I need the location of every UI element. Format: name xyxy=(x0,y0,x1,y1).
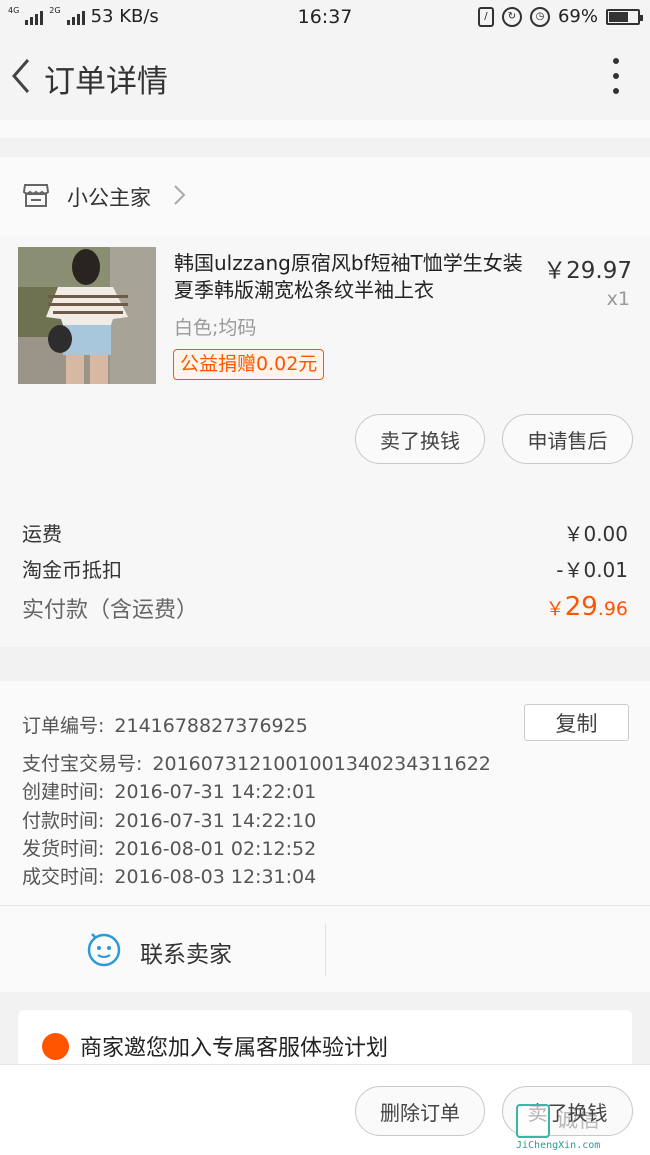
order-number-row: 订单编号: 2141678827376925 xyxy=(22,711,308,738)
product-sku: 白色;均码 xyxy=(174,317,257,339)
completed-label: 成交时间: xyxy=(22,866,105,888)
shipped-time: 2016-08-01 02:12:52 xyxy=(114,838,317,860)
divider xyxy=(325,924,326,976)
shipped-label: 发货时间: xyxy=(22,838,105,860)
alipay-label: 支付宝交易号: xyxy=(22,753,143,775)
product-price: ￥29.97 xyxy=(543,258,632,284)
rotation-lock-icon: ↻ xyxy=(501,6,522,27)
vibrate-off-icon: / xyxy=(477,6,494,27)
promo-text: 商家邀您加入专属客服体验计划 xyxy=(80,1036,389,1061)
product-quantity: x1 xyxy=(606,288,630,310)
order-item: 韩国ulzzang原宿风bf短袖T恤学生女装夏季韩版潮宽松条纹半袖上衣 ￥29.… xyxy=(0,236,650,484)
alipay-row: 支付宝交易号: 2016073121001001340234311622 xyxy=(22,749,491,776)
more-menu-icon[interactable] xyxy=(612,58,620,94)
total-paid-row: 实付款（含运费） ￥29.96 xyxy=(22,592,628,624)
paid-time: 2016-07-31 14:22:10 xyxy=(114,810,317,832)
shipping-label: 运费 xyxy=(22,522,62,546)
total-paid-label: 实付款（含运费） xyxy=(22,598,199,623)
completed-time: 2016-08-03 12:31:04 xyxy=(114,866,317,888)
total-decimal: .96 xyxy=(597,598,628,620)
sell-for-cash-button[interactable]: 卖了换钱 xyxy=(355,414,485,464)
currency-symbol: ￥ xyxy=(545,598,565,620)
page-title: 订单详情 xyxy=(44,64,168,100)
shop-row[interactable]: 小公主家 xyxy=(0,157,650,236)
nav-bar: 订单详情 xyxy=(0,34,650,120)
contact-seller-button[interactable]: 联系卖家 xyxy=(140,935,232,969)
product-thumbnail[interactable] xyxy=(18,247,156,384)
charity-badge: 公益捐赠0.02元 xyxy=(173,349,325,380)
watermark-text: 诚信 xyxy=(556,1108,601,1133)
created-time: 2016-07-31 14:22:01 xyxy=(114,781,317,803)
shop-name: 小公主家 xyxy=(67,186,151,210)
back-arrow-icon[interactable] xyxy=(6,56,36,96)
total-paid-value: ￥29.96 xyxy=(546,592,628,622)
chevron-right-icon xyxy=(174,185,186,205)
watermark-logo-icon xyxy=(516,1104,550,1138)
store-icon xyxy=(22,184,50,207)
watermark: 诚信 JiChengXin.com xyxy=(516,1102,634,1151)
coin-deduction-label: 淘金币抵扣 xyxy=(22,558,122,582)
shipping-value: ￥0.00 xyxy=(563,522,628,546)
paid-label: 付款时间: xyxy=(22,810,105,832)
after-sale-button[interactable]: 申请售后 xyxy=(502,414,633,464)
order-info: 订单编号: 2141678827376925 复制 支付宝交易号: 20160731… xyxy=(0,681,650,905)
order-number-label: 订单编号: xyxy=(22,715,105,737)
contact-bar: 联系卖家 xyxy=(0,905,650,992)
status-bar: 4G 2G 53 KB/s 16:37 / ↻ ◷ 69% xyxy=(0,0,650,34)
watermark-url: JiChengXin.com xyxy=(516,1140,601,1151)
coin-deduction-row: 淘金币抵扣 -￥0.01 xyxy=(22,554,628,583)
alipay-number: 2016073121001001340234311622 xyxy=(152,753,491,775)
service-badge-icon xyxy=(42,1033,69,1060)
shipped-row: 发货时间: 2016-08-01 02:12:52 xyxy=(22,834,316,861)
alarm-icon: ◷ xyxy=(529,6,550,27)
order-number: 2141678827376925 xyxy=(114,715,308,737)
completed-row: 成交时间: 2016-08-03 12:31:04 xyxy=(22,862,316,889)
battery-percent: 69% xyxy=(557,6,598,27)
chat-face-icon[interactable] xyxy=(86,932,122,968)
battery-icon xyxy=(606,8,643,25)
delete-order-button[interactable]: 删除订单 xyxy=(355,1086,485,1136)
product-photo xyxy=(18,247,156,384)
coin-deduction-value: -￥0.01 xyxy=(556,558,628,582)
copy-button[interactable]: 复制 xyxy=(524,704,629,741)
total-integer: 29 xyxy=(564,592,598,622)
spacer xyxy=(0,120,650,138)
shipping-row: 运费 ￥0.00 xyxy=(22,518,628,547)
created-row: 创建时间: 2016-07-31 14:22:01 xyxy=(22,777,316,804)
created-label: 创建时间: xyxy=(22,781,105,803)
product-title[interactable]: 韩国ulzzang原宿风bf短袖T恤学生女装夏季韩版潮宽松条纹半袖上衣 xyxy=(174,250,524,304)
paid-row: 付款时间: 2016-07-31 14:22:10 xyxy=(22,806,316,833)
cost-summary: 运费 ￥0.00 淘金币抵扣 -￥0.01 实付款（含运费） ￥29.96 xyxy=(0,484,650,647)
